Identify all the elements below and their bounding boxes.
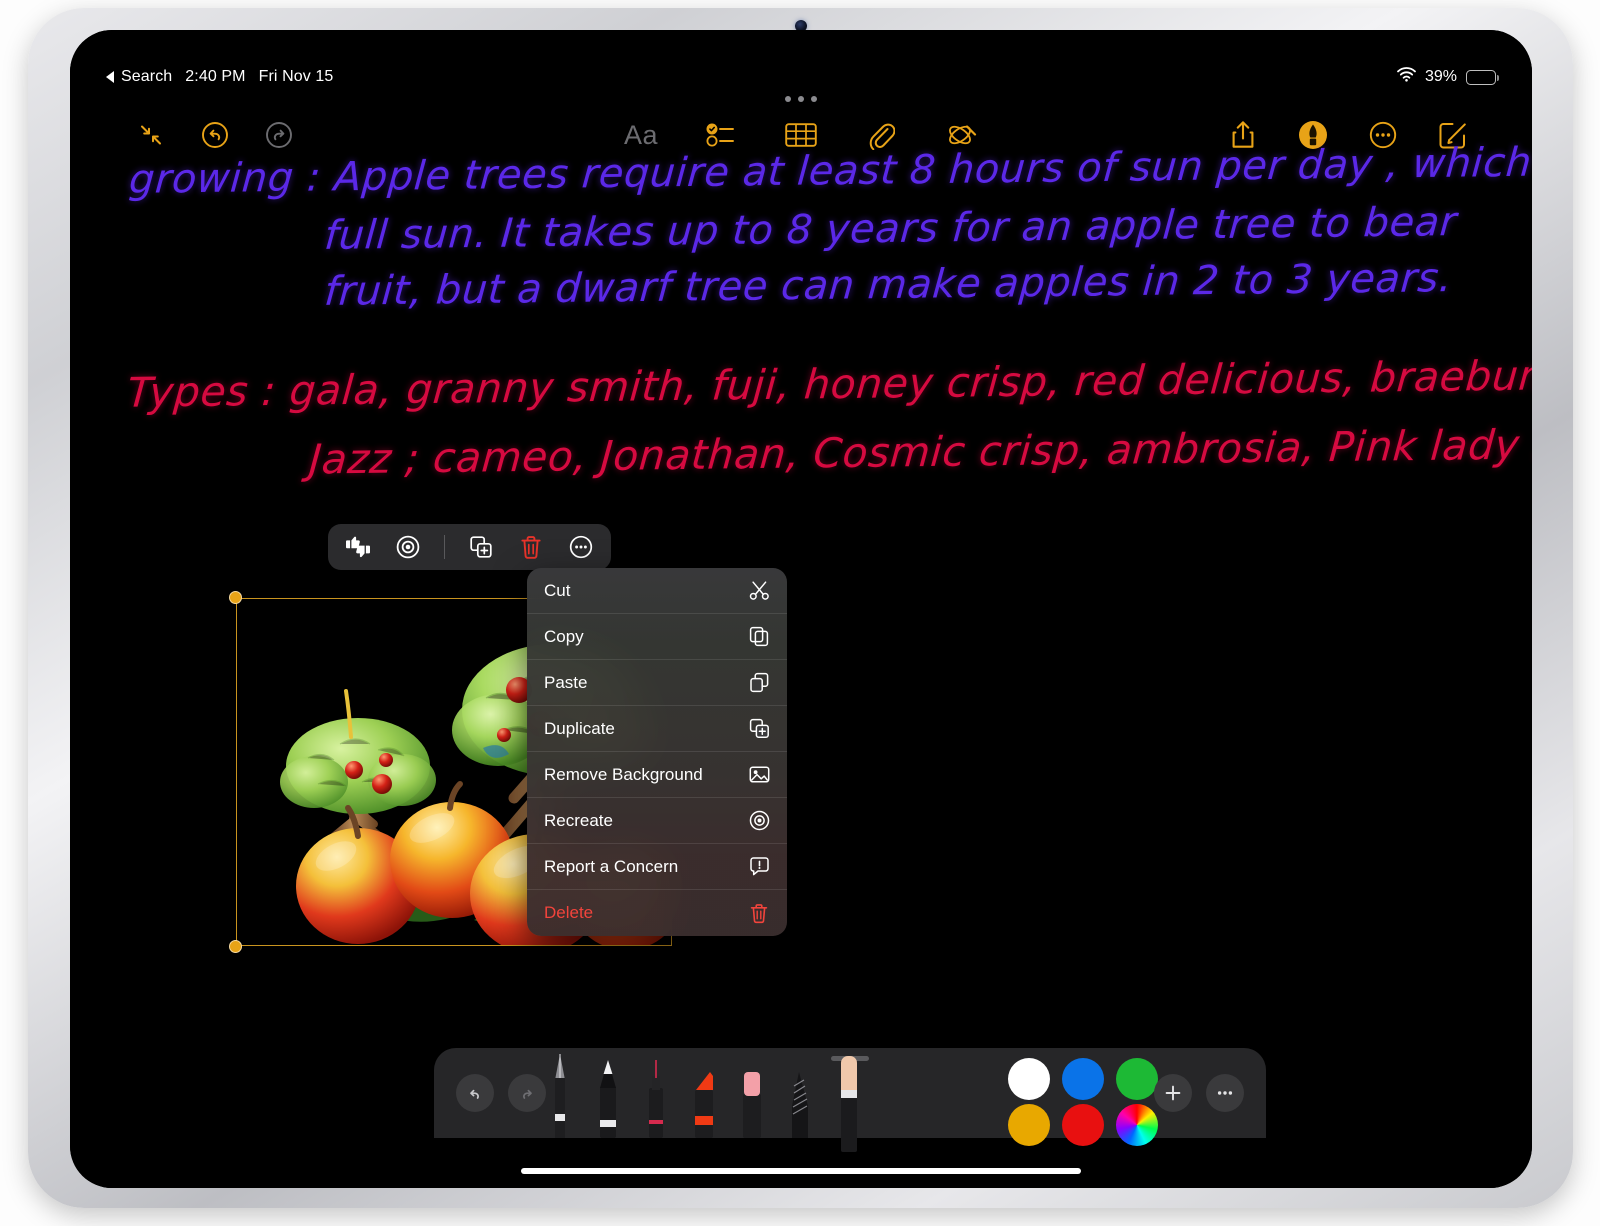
resize-handle-bottom-left[interactable] (229, 940, 242, 953)
context-menu-item-paste[interactable]: Paste (527, 660, 787, 706)
context-menu-item-duplicate[interactable]: Duplicate (527, 706, 787, 752)
color-swatch-red[interactable] (1062, 1104, 1104, 1146)
plus-icon[interactable] (1154, 1074, 1192, 1112)
context-menu-item-copy[interactable]: Copy (527, 614, 787, 660)
pencil-tool[interactable] (594, 1052, 622, 1138)
shading-tool[interactable] (786, 1062, 814, 1138)
toolbar-divider (444, 535, 445, 559)
menu-label: Cut (544, 580, 571, 600)
menu-label: Paste (544, 672, 588, 692)
markup-tool-palette (434, 1048, 1266, 1152)
context-menu-item-report-a-concern[interactable]: Report a Concern (527, 844, 787, 890)
palette-right-group (1154, 1074, 1244, 1112)
menu-label: Duplicate (544, 718, 615, 738)
image-action-toolbar (328, 524, 611, 570)
context-menu-item-delete[interactable]: Delete (527, 890, 787, 936)
screenshot-root: Search 2:40 PM Fri Nov 15 39% Aa growing… (0, 0, 1600, 1226)
color-swatch-white[interactable] (1008, 1058, 1050, 1100)
redo-icon (258, 114, 300, 156)
menu-label: Copy (544, 626, 584, 646)
wifi-icon (1397, 67, 1416, 87)
resize-handle-top-left[interactable] (229, 591, 242, 604)
color-swatch-green[interactable] (1116, 1058, 1158, 1100)
back-to-search-label[interactable]: Search (121, 68, 172, 86)
back-arrow-icon[interactable] (106, 71, 114, 83)
undo-icon[interactable] (194, 114, 236, 156)
ellipsis-icon[interactable] (1206, 1074, 1244, 1112)
highlighter-tool[interactable] (690, 1054, 718, 1138)
palette-undo-group (456, 1074, 546, 1112)
palette-redo-icon (508, 1074, 546, 1112)
status-bar-left[interactable]: Search 2:40 PM Fri Nov 15 (106, 68, 333, 86)
toolbar-left-group (130, 114, 300, 156)
notes-app-screen: Search 2:40 PM Fri Nov 15 39% Aa growing… (70, 30, 1532, 1188)
collapse-arrows-icon[interactable] (130, 114, 172, 156)
menu-label: Report a Concern (544, 856, 679, 876)
exclamation-bubble-icon (748, 856, 770, 878)
menu-label: Recreate (544, 810, 613, 830)
paste-icon (748, 672, 770, 694)
trash-icon (748, 902, 770, 924)
ellipsis-circle-icon[interactable] (567, 533, 595, 561)
duplicate-icon (748, 718, 770, 740)
context-menu-item-recreate[interactable]: Recreate (527, 798, 787, 844)
context-menu-item-cut[interactable]: Cut (527, 568, 787, 614)
battery-icon (1466, 69, 1500, 85)
palette-undo-icon[interactable] (456, 1074, 494, 1112)
copy-icon (748, 626, 770, 648)
color-swatch-gold[interactable] (1008, 1104, 1050, 1146)
target-circle-icon (748, 810, 770, 832)
ink-line-red-2: Jazz ; cameo, Jonathan, Cosmic crisp, am… (307, 420, 1532, 484)
crayon-tool[interactable] (834, 1044, 862, 1152)
device-screen-area: Search 2:40 PM Fri Nov 15 39% Aa growing… (70, 30, 1532, 1188)
target-circle-icon[interactable] (394, 533, 422, 561)
status-bar-right: 39% (1397, 67, 1500, 87)
menu-label: Remove Background (544, 764, 703, 784)
status-time: 2:40 PM (185, 68, 246, 85)
ink-line-purple-3: fruit, but a dwarf tree can make apples … (322, 255, 1454, 315)
trash-icon[interactable] (517, 533, 545, 561)
pen-tool[interactable] (642, 1058, 670, 1138)
menu-label: Delete (544, 903, 594, 922)
photo-icon (748, 764, 770, 786)
battery-percent: 39% (1424, 68, 1457, 85)
home-indicator[interactable] (521, 1168, 1081, 1174)
pen-tool-list (546, 1048, 862, 1152)
scissors-icon (748, 580, 770, 602)
status-bar: Search 2:40 PM Fri Nov 15 39% (70, 64, 1532, 90)
ink-line-red-1: Types : gala, granny smith, fuji, honey … (125, 351, 1532, 417)
marker-tool[interactable] (738, 1060, 766, 1138)
ipad-device-frame: Search 2:40 PM Fri Nov 15 39% Aa growing… (28, 8, 1573, 1208)
context-menu-item-remove-background[interactable]: Remove Background (527, 752, 787, 798)
duplicate-icon[interactable] (467, 533, 495, 561)
image-context-menu: Cut Copy Paste Duplicate Remove Backgrou… (527, 568, 787, 936)
thumbs-up-down-icon[interactable] (344, 533, 372, 561)
color-swatch-blue[interactable] (1062, 1058, 1104, 1100)
multitasking-handle[interactable] (785, 96, 817, 102)
color-swatches (1004, 1058, 1162, 1146)
status-date: Fri Nov 15 (258, 68, 334, 85)
color-picker-swatch[interactable] (1116, 1104, 1158, 1146)
fountain-pen-tool[interactable] (546, 1052, 574, 1138)
ink-line-purple-2: full sun. It takes up to 8 years for an … (322, 199, 1459, 259)
